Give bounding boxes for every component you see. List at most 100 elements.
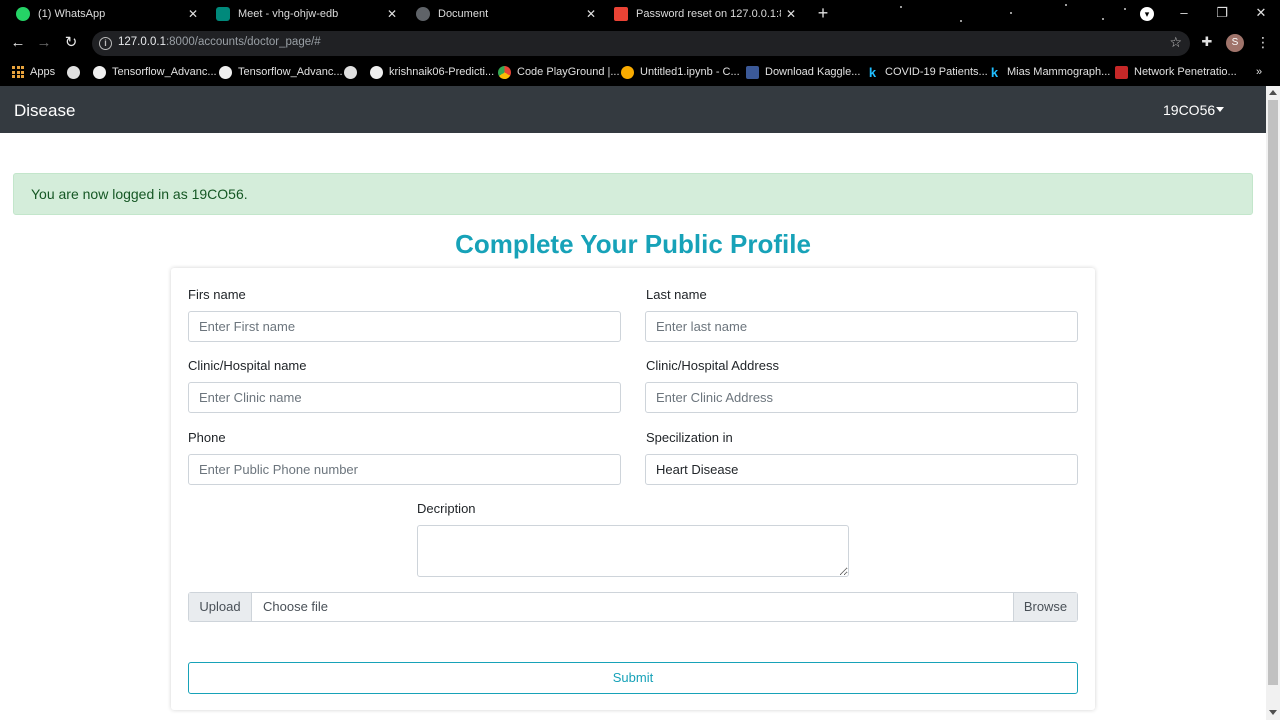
bookmark-label: Network Penetratio...: [1134, 66, 1237, 78]
background-star: [1102, 18, 1104, 20]
url-host: 127.0.0.1: [118, 36, 166, 48]
scroll-up-arrow-icon[interactable]: [1269, 90, 1277, 95]
last-name-input[interactable]: [645, 311, 1078, 342]
specialization-input[interactable]: [645, 454, 1078, 485]
url-path: :8000/accounts/doctor_page/#: [165, 36, 321, 48]
tab-meet[interactable]: Meet - vhg-ohjw-edb ✕: [216, 0, 406, 28]
bookmark-label: Tensorflow_Advanc...: [112, 66, 217, 78]
specialization-label: Specilization in: [646, 430, 733, 445]
apps-grid-icon: [12, 66, 24, 78]
background-star: [1010, 12, 1012, 14]
last-name-label: Last name: [646, 287, 707, 302]
address-bar[interactable]: i 127.0.0.1:8000/accounts/doctor_page/# …: [92, 31, 1190, 56]
globe-icon: [416, 7, 430, 21]
background-star: [1124, 8, 1126, 10]
tab-label: Meet - vhg-ohjw-edb: [238, 8, 339, 20]
close-icon[interactable]: ✕: [186, 7, 200, 21]
bookmark-krishnaik[interactable]: krishnaik06-Predicti...: [370, 58, 494, 86]
browser-toolbar: ← → ↻ i 127.0.0.1:8000/accounts/doctor_p…: [0, 28, 1280, 58]
tab-search-icon[interactable]: ▾: [1140, 7, 1154, 21]
bookmark-covid[interactable]: k COVID-19 Patients...: [866, 58, 988, 86]
bookmark-label: Apps: [30, 66, 56, 78]
close-icon[interactable]: ✕: [784, 7, 798, 21]
description-textarea[interactable]: [417, 525, 849, 577]
clinic-name-input[interactable]: [188, 382, 621, 413]
bookmark-label: Download Kaggle...: [765, 66, 861, 78]
site-navbar: Disease 19CO56: [0, 86, 1266, 133]
caret-down-icon[interactable]: [1216, 107, 1224, 112]
profile-avatar[interactable]: S: [1226, 34, 1244, 52]
phone-label: Phone: [188, 430, 226, 445]
kaggle-k-icon: k: [868, 64, 877, 80]
bookmark-globe-2[interactable]: [344, 58, 363, 86]
more-bookmarks-chevron[interactable]: »: [1256, 58, 1262, 86]
file-upload-group[interactable]: Upload Choose file Browse: [188, 592, 1078, 622]
whatsapp-icon: [16, 7, 30, 21]
globe-icon: [67, 65, 80, 79]
clinic-address-input[interactable]: [645, 382, 1078, 413]
first-name-label: Firs name: [188, 287, 246, 302]
browser-menu-icon[interactable]: ⋮: [1256, 34, 1270, 50]
bookmark-tensorflow-1[interactable]: Tensorflow_Advanc...: [93, 58, 217, 86]
navbar-brand[interactable]: Disease: [14, 101, 75, 121]
clinic-address-label: Clinic/Hospital Address: [646, 358, 779, 373]
bookmark-label: Mias Mammograph...: [1007, 66, 1111, 78]
kaggle-k-icon: k: [990, 64, 999, 80]
phone-input[interactable]: [188, 454, 621, 485]
scrollbar-thumb[interactable]: [1268, 100, 1278, 685]
extensions-puzzle-icon[interactable]: ✚: [1200, 35, 1214, 49]
tab-document[interactable]: Document ✕: [416, 0, 606, 28]
background-star: [1065, 4, 1067, 6]
background-star: [960, 20, 962, 22]
page-scrollbar[interactable]: [1266, 86, 1280, 720]
globe-icon: [344, 65, 357, 79]
site-info-icon[interactable]: i: [99, 37, 112, 50]
github-icon: [93, 65, 106, 79]
upload-label: Upload: [189, 593, 252, 621]
tab-whatsapp[interactable]: (1) WhatsApp ✕: [16, 0, 206, 28]
bookmark-network-penetration[interactable]: Network Penetratio...: [1115, 58, 1237, 86]
bookmark-label: krishnaik06-Predicti...: [389, 66, 495, 78]
bookmark-tensorflow-2[interactable]: Tensorflow_Advanc...: [219, 58, 343, 86]
forward-arrow-icon[interactable]: →: [36, 35, 52, 51]
background-star: [900, 6, 902, 8]
chrome-icon: [498, 65, 511, 79]
tab-label: Password reset on 127.0.0.1:8000: [636, 8, 781, 20]
bookmark-star-icon[interactable]: ☆: [1169, 34, 1182, 51]
close-icon[interactable]: ✕: [584, 7, 598, 21]
submit-button[interactable]: Submit: [188, 662, 1078, 694]
bookmark-mias[interactable]: k Mias Mammograph...: [988, 58, 1110, 86]
bookmark-download-kaggle[interactable]: Download Kaggle...: [746, 58, 860, 86]
scroll-down-arrow-icon[interactable]: [1269, 710, 1277, 715]
tab-label: (1) WhatsApp: [38, 8, 106, 20]
new-tab-plus-icon[interactable]: +: [814, 4, 832, 22]
bookmark-globe[interactable]: [67, 58, 86, 86]
gmail-icon: [614, 7, 628, 21]
kaggle-icon: [746, 65, 759, 79]
restore-icon[interactable]: ❐: [1214, 6, 1230, 20]
colab-icon: [621, 65, 634, 79]
bookmark-apps[interactable]: Apps: [12, 58, 55, 86]
bookmarks-bar: Apps Tensorflow_Advanc... Tensorflow_Adv…: [0, 58, 1280, 86]
bookmark-label: COVID-19 Patients...: [885, 66, 988, 78]
url-text[interactable]: 127.0.0.1:8000/accounts/doctor_page/#: [118, 36, 321, 48]
window-close-icon[interactable]: ✕: [1253, 6, 1269, 20]
minimize-icon[interactable]: –: [1176, 6, 1192, 20]
close-icon[interactable]: ✕: [385, 7, 399, 21]
bookmark-colab[interactable]: Untitled1.ipynb - C...: [621, 58, 740, 86]
back-arrow-icon[interactable]: ←: [10, 35, 26, 51]
bookmark-label: Tensorflow_Advanc...: [238, 66, 343, 78]
github-icon: [219, 65, 232, 79]
page-title: Complete Your Public Profile: [455, 229, 811, 259]
first-name-input[interactable]: [188, 311, 621, 342]
tab-password-reset[interactable]: Password reset on 127.0.0.1:8000 ✕: [614, 0, 804, 28]
choose-file-text[interactable]: Choose file: [263, 593, 328, 621]
bookmark-code-playground[interactable]: Code PlayGround |...: [498, 58, 620, 86]
bookmark-label: Untitled1.ipynb - C...: [640, 66, 740, 78]
reload-icon[interactable]: ↻: [63, 35, 79, 51]
description-label: Decription: [417, 501, 476, 516]
tab-label: Document: [438, 8, 489, 20]
user-dropdown[interactable]: 19CO56: [1163, 102, 1215, 118]
bookmark-label: Code PlayGround |...: [517, 66, 620, 78]
browse-button[interactable]: Browse: [1013, 593, 1077, 621]
